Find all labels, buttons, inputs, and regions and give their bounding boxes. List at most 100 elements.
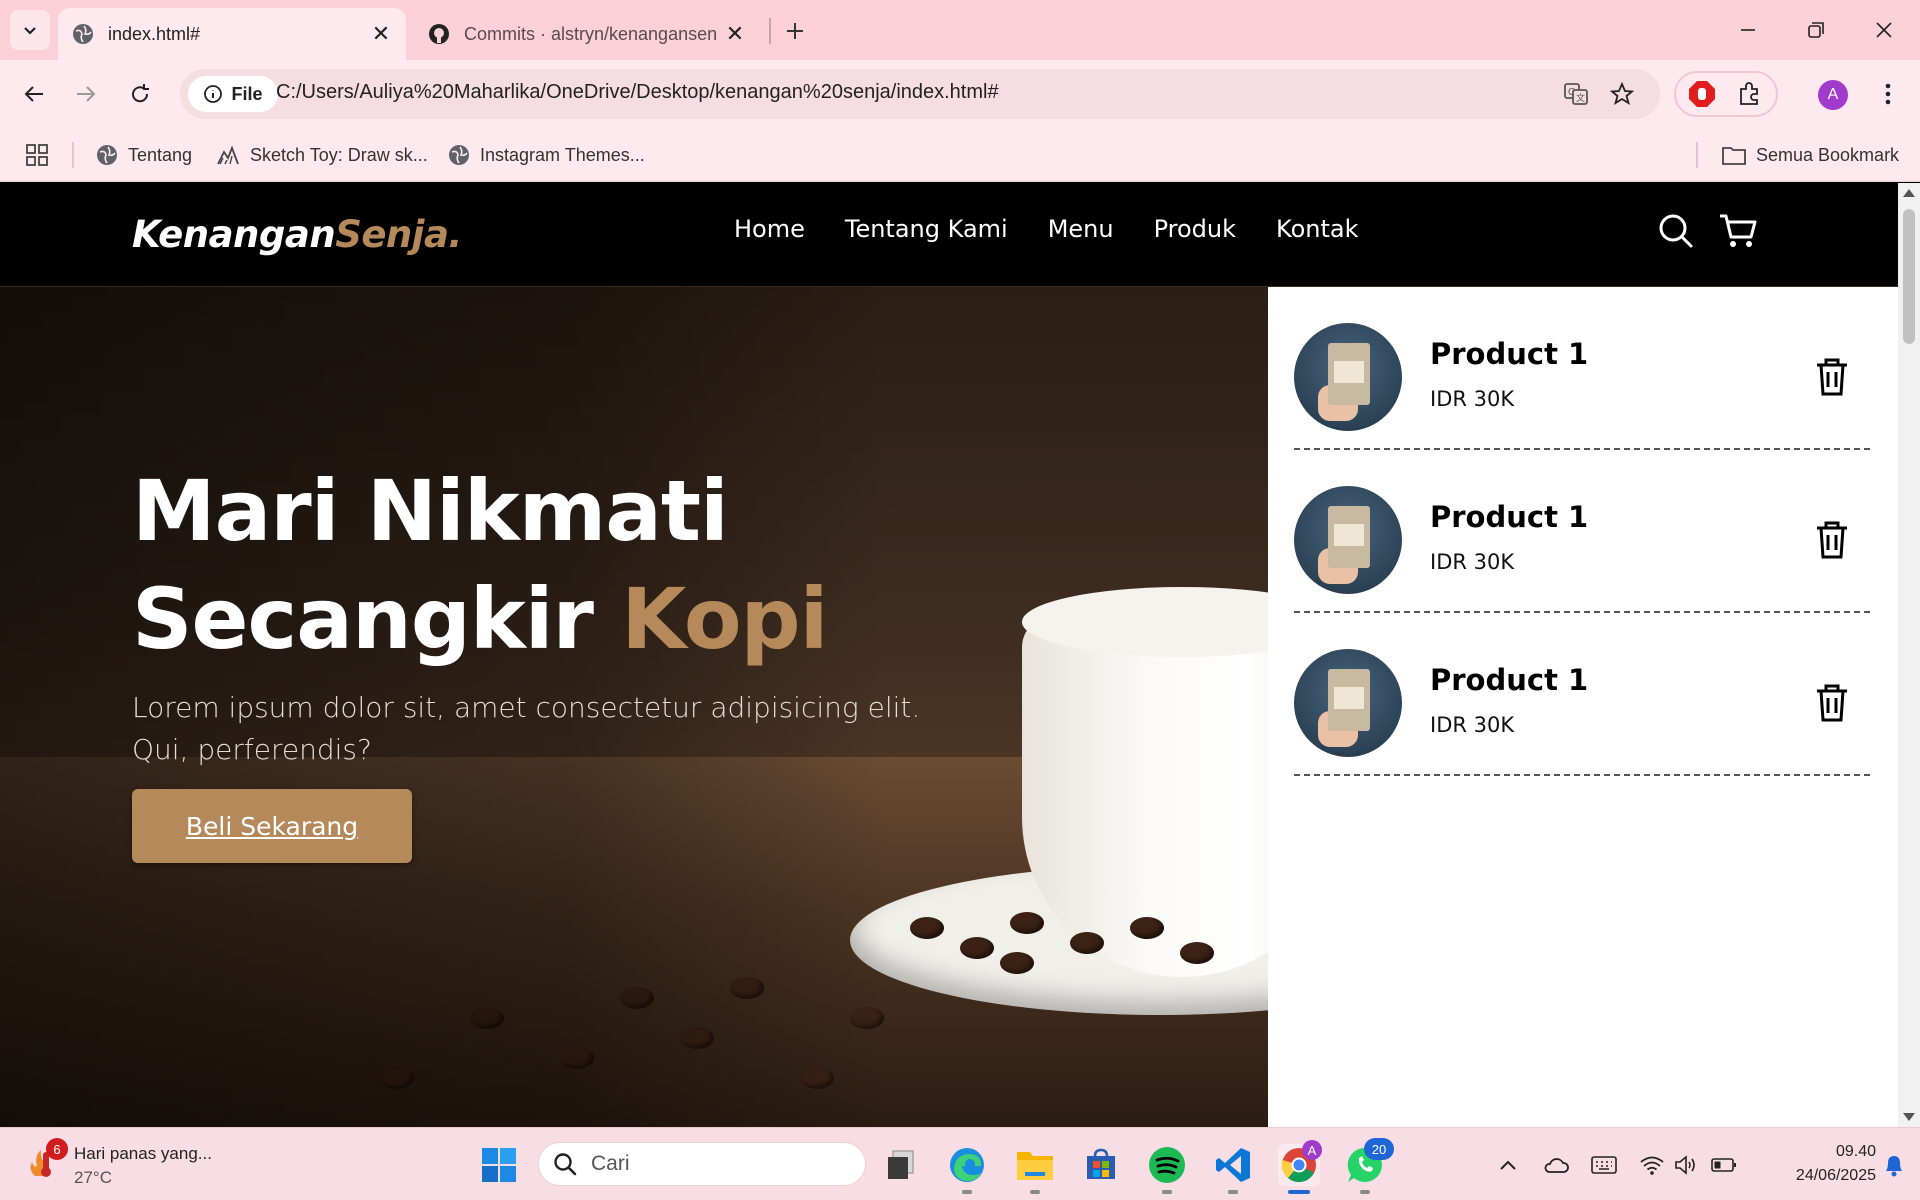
tab-search-button[interactable] xyxy=(10,10,50,50)
trash-icon[interactable] xyxy=(1814,520,1850,560)
extensions-button[interactable] xyxy=(1734,78,1766,110)
bookmark-tentang[interactable]: Tentang xyxy=(96,140,192,170)
svg-text:文: 文 xyxy=(1576,92,1585,103)
browser-toolbar: File C:/Users/Auliya%20Maharlika/OneDriv… xyxy=(0,60,1920,128)
bookmark-separator xyxy=(1696,142,1698,168)
system-clock[interactable]: 09.40 24/06/2025 xyxy=(1756,1140,1876,1188)
start-button[interactable] xyxy=(478,1144,520,1186)
trash-icon[interactable] xyxy=(1814,357,1850,397)
translate-button[interactable]: G文 xyxy=(1560,78,1592,110)
site-chip-label: File xyxy=(231,83,263,104)
chrome-profile-badge: A xyxy=(1302,1140,1322,1160)
new-tab-button[interactable] xyxy=(778,14,812,48)
task-view-icon xyxy=(888,1150,914,1179)
product-thumbnail xyxy=(1294,649,1402,757)
bookmark-sketch-toy[interactable]: Sketch Toy: Draw sk... xyxy=(216,140,428,170)
hero-title-accent: Kopi xyxy=(621,570,828,668)
all-bookmarks-button[interactable]: Semua Bookmark xyxy=(1722,140,1899,170)
scroll-down-arrow[interactable] xyxy=(1903,1113,1915,1121)
close-tab-icon[interactable]: ✕ xyxy=(366,19,396,49)
task-view-button[interactable] xyxy=(880,1144,922,1186)
url-text[interactable]: C:/Users/Auliya%20Maharlika/OneDrive/Des… xyxy=(276,81,999,104)
taskbar-file-explorer[interactable] xyxy=(1014,1144,1056,1186)
bookmark-instagram-themes[interactable]: Instagram Themes... xyxy=(448,140,645,170)
notifications-button[interactable] xyxy=(1874,1144,1914,1186)
reload-button[interactable] xyxy=(120,74,160,114)
taskbar-microsoft-store[interactable] xyxy=(1080,1144,1122,1186)
page-viewport: KenanganSenja. Home Tentang Kami Menu Pr… xyxy=(0,183,1898,1127)
site-navbar: KenanganSenja. Home Tentang Kami Menu Pr… xyxy=(0,183,1898,287)
close-tab-icon[interactable]: ✕ xyxy=(720,19,750,49)
star-icon xyxy=(1610,82,1634,105)
taskbar-edge[interactable] xyxy=(946,1144,988,1186)
scroll-up-arrow[interactable] xyxy=(1903,189,1915,197)
apps-button[interactable] xyxy=(26,140,48,170)
bookmark-label: Tentang xyxy=(128,144,193,165)
trash-icon[interactable] xyxy=(1814,683,1850,723)
address-bar[interactable]: File C:/Users/Auliya%20Maharlika/OneDriv… xyxy=(180,69,1660,119)
wifi-icon xyxy=(1640,1156,1664,1175)
back-button[interactable] xyxy=(14,74,54,114)
volume-status[interactable] xyxy=(1666,1144,1706,1186)
cart-item-price: IDR 30K xyxy=(1430,387,1515,411)
folder-icon xyxy=(1722,147,1746,165)
product-thumbnail xyxy=(1294,323,1402,431)
running-indicator xyxy=(1228,1190,1238,1194)
restore-button[interactable] xyxy=(1786,10,1846,50)
browser-menu-button[interactable] xyxy=(1868,74,1908,114)
shopping-cart-button[interactable] xyxy=(1716,209,1760,253)
scrollbar-thumb[interactable] xyxy=(1903,209,1915,344)
adblock-extension-button[interactable] xyxy=(1686,78,1718,110)
keyboard-button[interactable] xyxy=(1584,1144,1624,1186)
onedrive-button[interactable] xyxy=(1536,1144,1576,1186)
clock-time: 09.40 xyxy=(1835,1143,1876,1160)
beli-sekarang-button[interactable]: Beli Sekarang xyxy=(132,789,412,863)
cart-item-price: IDR 30K xyxy=(1430,550,1515,574)
product-thumbnail xyxy=(1294,486,1402,594)
tab-separator xyxy=(769,18,771,44)
site-logo[interactable]: KenanganSenja. xyxy=(132,213,462,256)
taskbar-chrome[interactable]: A xyxy=(1278,1140,1322,1186)
battery-icon xyxy=(1711,1158,1736,1172)
search-icon xyxy=(554,1153,577,1176)
nav-link-menu[interactable]: Menu xyxy=(1048,215,1114,243)
bookmark-separator xyxy=(72,142,74,168)
coffee-bag-label xyxy=(1334,361,1364,383)
nav-link-kontak[interactable]: Kontak xyxy=(1276,215,1358,243)
sketch-toy-icon xyxy=(217,145,239,165)
forward-button[interactable] xyxy=(66,74,106,114)
arrow-left-icon xyxy=(24,86,43,102)
weather-widget[interactable]: 6 Hari panas yang... 27°C xyxy=(26,1138,212,1190)
globe-icon xyxy=(449,145,469,165)
tab-index-html[interactable]: index.html# ✕ xyxy=(58,8,406,60)
profile-avatar[interactable]: A xyxy=(1818,80,1848,110)
kebab-menu-icon xyxy=(1885,83,1891,105)
bookmark-star-button[interactable] xyxy=(1606,78,1638,110)
hero-title: Mari Nikmati Secangkir Kopi xyxy=(132,457,828,673)
nav-link-home[interactable]: Home xyxy=(734,215,805,243)
stop-hand-icon xyxy=(1689,81,1715,107)
minimize-button[interactable] xyxy=(1718,10,1778,50)
hero-section: Mari Nikmati Secangkir Kopi Lorem ipsum … xyxy=(0,287,1268,1127)
page-scrollbar[interactable] xyxy=(1898,183,1920,1127)
extensions-group xyxy=(1674,71,1778,117)
taskbar-search[interactable]: Cari xyxy=(538,1142,866,1186)
battery-status[interactable] xyxy=(1704,1144,1744,1186)
taskbar-vscode[interactable] xyxy=(1212,1144,1254,1186)
github-icon xyxy=(429,24,449,44)
show-hidden-icons-button[interactable] xyxy=(1488,1144,1528,1186)
tab-github-commits[interactable]: Commits · alstryn/kenangansen ✕ xyxy=(420,8,760,60)
taskbar-whatsapp[interactable]: 20 xyxy=(1344,1138,1394,1186)
spotify-icon xyxy=(1149,1147,1185,1183)
globe-icon xyxy=(97,145,117,165)
all-bookmarks-label: Semua Bookmark xyxy=(1756,144,1900,165)
nav-link-tentang-kami[interactable]: Tentang Kami xyxy=(845,215,1008,243)
taskbar-spotify[interactable] xyxy=(1146,1144,1188,1186)
nav-link-produk[interactable]: Produk xyxy=(1154,215,1236,243)
site-search-button[interactable] xyxy=(1654,209,1698,253)
bookmarks-bar: Tentang Sketch Toy: Draw sk... Instagram… xyxy=(0,128,1920,182)
close-window-button[interactable] xyxy=(1854,10,1914,50)
apps-grid-icon xyxy=(26,144,48,166)
search-icon xyxy=(1659,214,1693,248)
site-info-chip[interactable]: File xyxy=(188,76,278,112)
